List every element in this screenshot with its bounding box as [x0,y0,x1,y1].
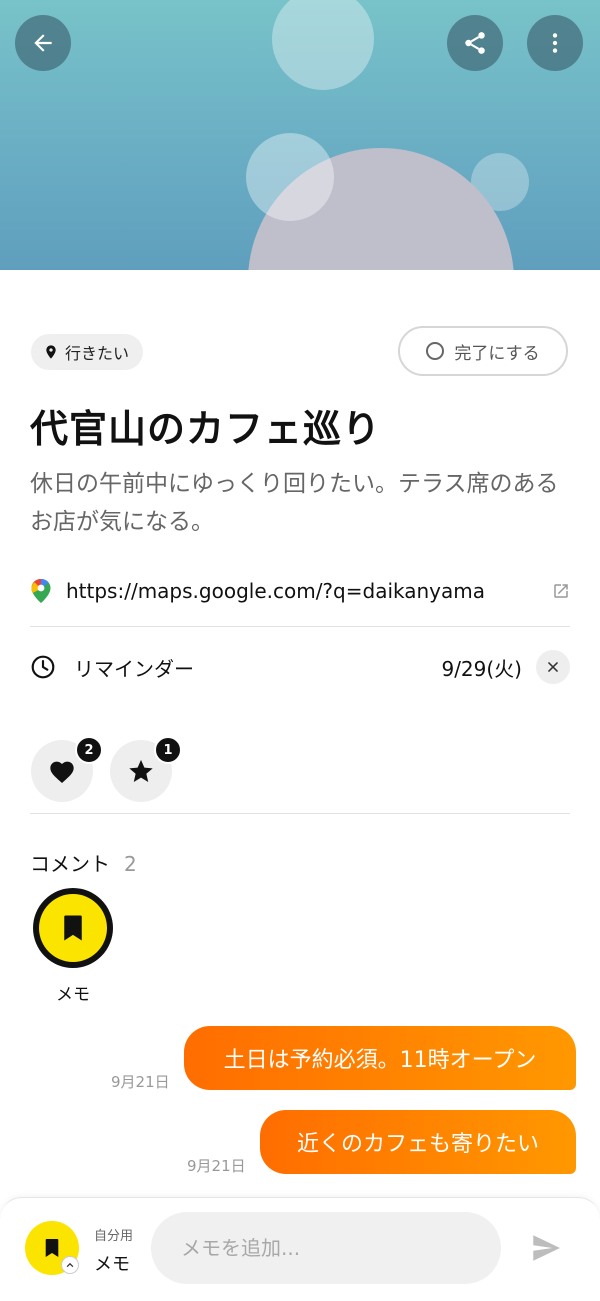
memo-avatar-inner [39,894,107,962]
memo-avatar[interactable] [33,888,113,968]
map-link-row[interactable]: https://maps.google.com/?q=daikanyama [30,566,570,616]
comment-text: 近くのカフェも寄りたい [296,1132,539,1157]
divider [30,626,570,627]
comments-heading: コメント 2 [30,848,137,877]
clock-icon [31,655,55,679]
comment-bubble[interactable]: 近くのカフェも寄りたい [260,1110,576,1174]
cover-bubble [272,0,374,90]
reminder-label: リマインダー [74,656,194,681]
comment-date: 9月21日 [187,1157,246,1175]
comment-bubble[interactable]: 土日は予約必須。11時オープン [184,1026,576,1090]
chevron-up-glyph [66,1262,74,1268]
google-maps-pin-icon [31,579,51,603]
open-external-icon[interactable] [552,582,570,600]
clear-reminder-button[interactable] [536,650,570,684]
circle-outline-icon [426,342,445,360]
send-icon [533,1235,560,1261]
comments-heading-label: コメント [30,852,110,876]
comments-count: 2 [124,852,137,876]
map-link-url: https://maps.google.com/?q=daikanyama [66,579,486,603]
bookmark-icon [45,1239,59,1257]
arrow-left-icon [34,34,52,52]
heart-icon [50,761,74,784]
share-icon [465,32,485,54]
star-count-badge: 1 [154,736,182,764]
star-icon [129,759,153,782]
composer-owner-sub: 自分用 [94,1229,134,1244]
cover-image [0,0,600,270]
complete-button[interactable]: 完了にする [398,326,568,376]
close-icon [548,662,558,672]
send-button[interactable] [526,1230,566,1266]
comment-date: 9月21日 [111,1073,170,1091]
item-description: 休日の午前中にゆっくり回りたい。テラス席のあるお店が気になる。 [30,471,559,535]
item-title: 代官山のカフェ巡り [30,407,382,451]
reminder-row[interactable]: リマインダー 9/29(火) [30,642,570,692]
status-tag-label: 行きたい [65,344,130,363]
location-pin-icon [46,345,56,359]
bookmark-icon [64,915,82,941]
composer-owner-name: メモ [94,1254,130,1275]
reminder-date[interactable]: 9/29(火) [441,653,522,682]
chevron-up-icon[interactable] [61,1256,79,1274]
back-button[interactable] [15,15,71,71]
comment-text: 土日は予約必須。11時オープン [223,1048,537,1073]
more-button[interactable] [527,15,583,71]
star-reaction-button[interactable]: 1 [110,736,182,802]
share-button[interactable] [447,15,503,71]
heart-reaction-button[interactable]: 2 [31,736,103,802]
status-tag[interactable]: 行きたい [31,334,144,370]
memo-input[interactable] [151,1212,501,1284]
complete-button-label: 完了にする [454,343,540,364]
divider [30,813,570,814]
more-vertical-icon [552,33,558,53]
cover-bubble [246,133,334,221]
memo-author-name: メモ [56,985,90,1005]
heart-count-badge: 2 [75,736,103,764]
